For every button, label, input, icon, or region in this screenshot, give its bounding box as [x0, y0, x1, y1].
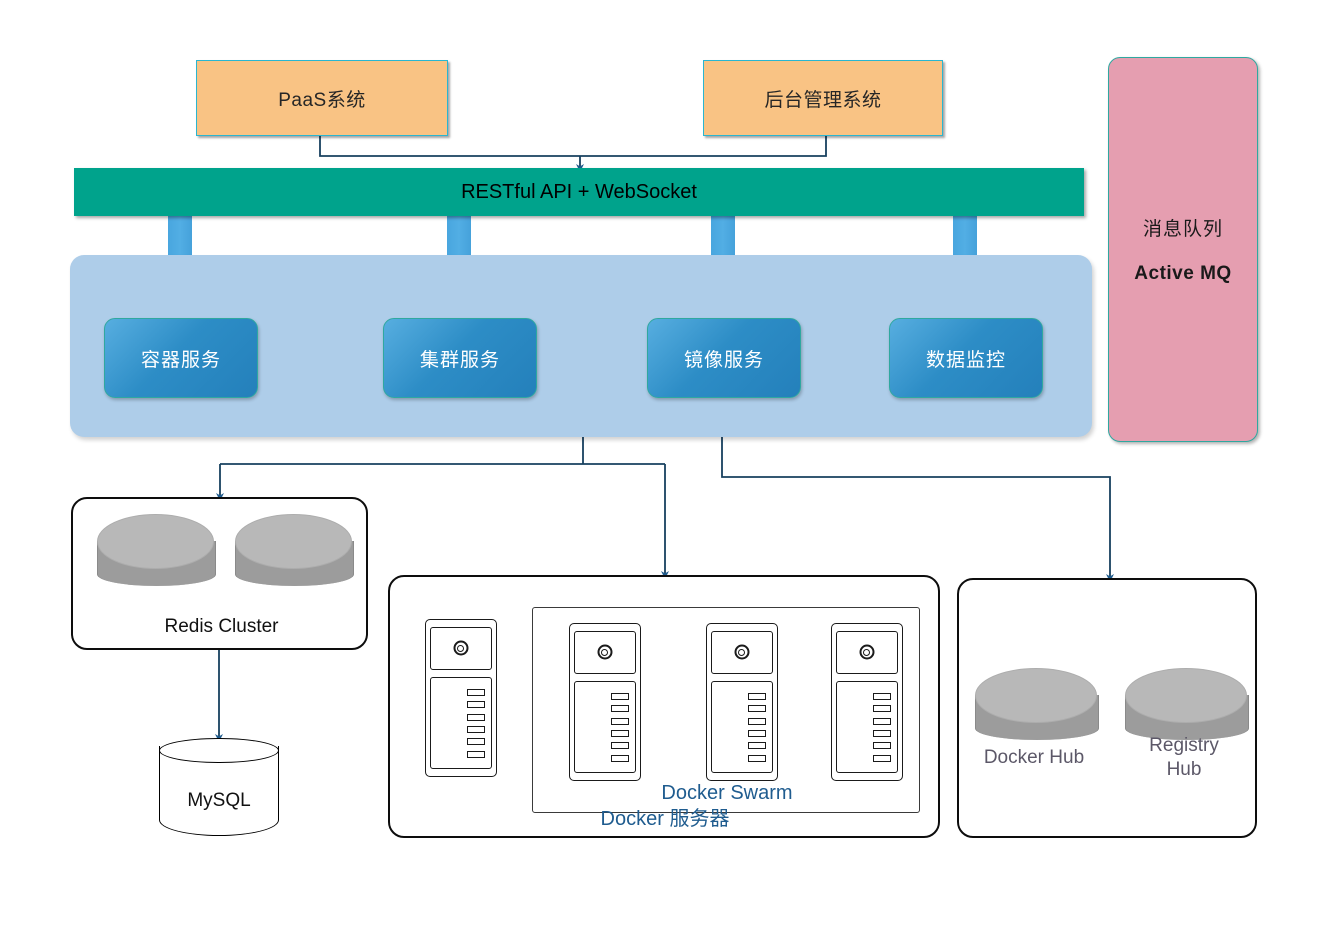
service-box-cluster[interactable]: 集群服务 — [383, 318, 537, 398]
redis-node-1-disk-icon — [97, 514, 216, 586]
client-box-paas[interactable]: PaaS系统 — [196, 60, 448, 136]
docker-server-label: Docker 服务器 — [600, 808, 730, 830]
api-layer-bar[interactable]: RESTful API + WebSocket — [74, 168, 1084, 216]
service-label-cluster: 集群服务 — [419, 349, 500, 371]
redis-cluster-label: Redis Cluster — [164, 616, 279, 637]
api-layer-label: RESTful API + WebSocket — [461, 180, 697, 203]
service-box-container[interactable]: 容器服务 — [104, 318, 258, 398]
registry-hub-box[interactable]: Docker Hub Registry Hub — [957, 578, 1257, 838]
mysql-label: MySQL — [187, 790, 251, 811]
architecture-diagram: PaaS系统 后台管理系统 RESTful API + WebSocket 容器… — [0, 0, 1338, 945]
redis-node-2-disk-icon — [235, 514, 354, 586]
client-label-paas: PaaS系统 — [278, 89, 366, 111]
power-button-icon — [734, 644, 750, 660]
client-label-admin: 后台管理系统 — [764, 89, 882, 111]
docker-server-box[interactable]: Docker Swarm Docker 服务器 — [388, 575, 940, 838]
docker-swarm-box[interactable]: Docker Swarm — [532, 607, 920, 813]
service-box-monitor[interactable]: 数据监控 — [889, 318, 1043, 398]
client-box-admin[interactable]: 后台管理系统 — [703, 60, 943, 136]
docker-hub-label: Docker Hub — [983, 747, 1085, 768]
service-label-monitor: 数据监控 — [925, 349, 1006, 371]
power-button-icon — [859, 644, 875, 660]
docker-host-1-server-icon[interactable] — [425, 619, 497, 777]
swarm-node-1-server-icon[interactable] — [569, 623, 641, 781]
power-button-icon — [453, 640, 469, 656]
power-button-icon — [597, 644, 613, 660]
message-queue-title: 消息队列 — [1142, 219, 1223, 240]
message-queue-product: Active MQ — [1134, 263, 1232, 284]
swarm-node-2-server-icon[interactable] — [706, 623, 778, 781]
redis-cluster-box[interactable]: Redis Cluster — [71, 497, 368, 650]
registry-hub-disk-icon — [1125, 668, 1249, 740]
service-label-image: 镜像服务 — [683, 349, 764, 371]
message-queue-panel[interactable]: 消息队列 Active MQ — [1108, 57, 1258, 442]
docker-hub-disk-icon — [975, 668, 1099, 740]
mysql-database-icon[interactable]: MySQL — [159, 738, 279, 844]
registry-hub-label: Registry Hub — [1149, 735, 1219, 780]
service-box-image[interactable]: 镜像服务 — [647, 318, 801, 398]
swarm-node-3-server-icon[interactable] — [831, 623, 903, 781]
service-label-container: 容器服务 — [140, 349, 221, 371]
